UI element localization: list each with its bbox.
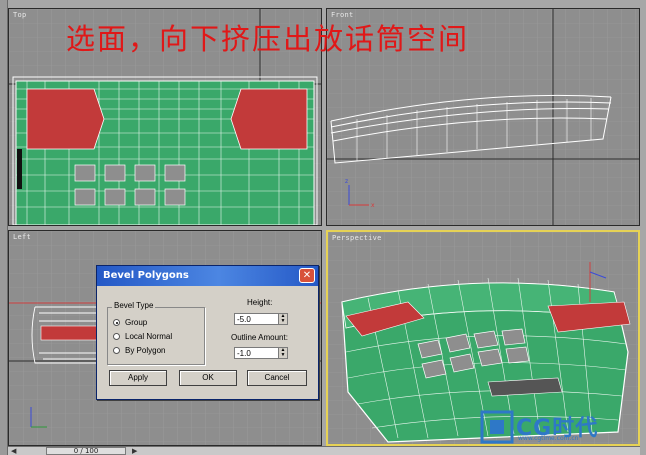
time-slider[interactable]: 0 / 100 — [46, 447, 126, 455]
ok-button[interactable]: OK — [179, 370, 237, 386]
radio-by-polygon[interactable]: By Polygon — [113, 346, 165, 355]
cancel-button[interactable]: Cancel — [247, 370, 307, 386]
watermark-url: www.cgtime.com.cn — [518, 435, 579, 442]
viewport-label[interactable]: Perspective — [332, 234, 382, 242]
radio-unselected-icon — [113, 333, 120, 340]
height-label: Height: — [247, 298, 273, 307]
outline-amount-spinner[interactable]: ▲▼ — [234, 347, 290, 359]
bevel-type-label: Bevel Type — [112, 301, 156, 310]
outline-amount-label: Outline Amount: — [231, 333, 288, 342]
next-frame-icon[interactable]: ▶ — [132, 447, 137, 455]
radio-unselected-icon — [113, 347, 120, 354]
selected-face-right — [230, 88, 308, 150]
dialog-title-bar[interactable]: Bevel Polygons ✕ — [97, 266, 318, 286]
dialog-title: Bevel Polygons — [103, 270, 189, 281]
spinner-up-down-icon[interactable]: ▲ ▼ — [278, 347, 288, 359]
outline-amount-input[interactable] — [234, 347, 278, 359]
height-input[interactable] — [234, 313, 278, 325]
selected-face-left — [26, 88, 105, 150]
viewport-label[interactable]: Top — [13, 11, 27, 19]
close-icon[interactable]: ✕ — [299, 268, 315, 283]
svg-text:z: z — [345, 178, 348, 185]
viewport-label[interactable]: Left — [13, 233, 31, 241]
bevel-polygons-dialog: Bevel Polygons ✕ Bevel Type Group Local … — [96, 265, 319, 400]
prev-frame-icon[interactable]: ◀ — [11, 447, 16, 455]
instruction-banner: 选面，向下挤压出放话筒空间 — [66, 22, 470, 56]
spinner-up-down-icon[interactable]: ▲ ▼ — [278, 313, 288, 325]
radio-local-normal[interactable]: Local Normal — [113, 332, 172, 341]
left-toolbar-strip — [0, 0, 8, 455]
cg-logo-icon — [480, 410, 514, 444]
radio-selected-icon — [113, 319, 120, 326]
svg-text:x: x — [371, 202, 375, 209]
time-slider-bar: ◀ 0 / 100 ▶ — [8, 446, 640, 455]
height-spinner[interactable]: ▲▼ — [234, 313, 290, 325]
apply-button[interactable]: Apply — [109, 370, 167, 386]
cg-watermark: CG时代 www.cgtime.com.cn — [478, 408, 638, 446]
radio-group[interactable]: Group — [113, 318, 147, 327]
